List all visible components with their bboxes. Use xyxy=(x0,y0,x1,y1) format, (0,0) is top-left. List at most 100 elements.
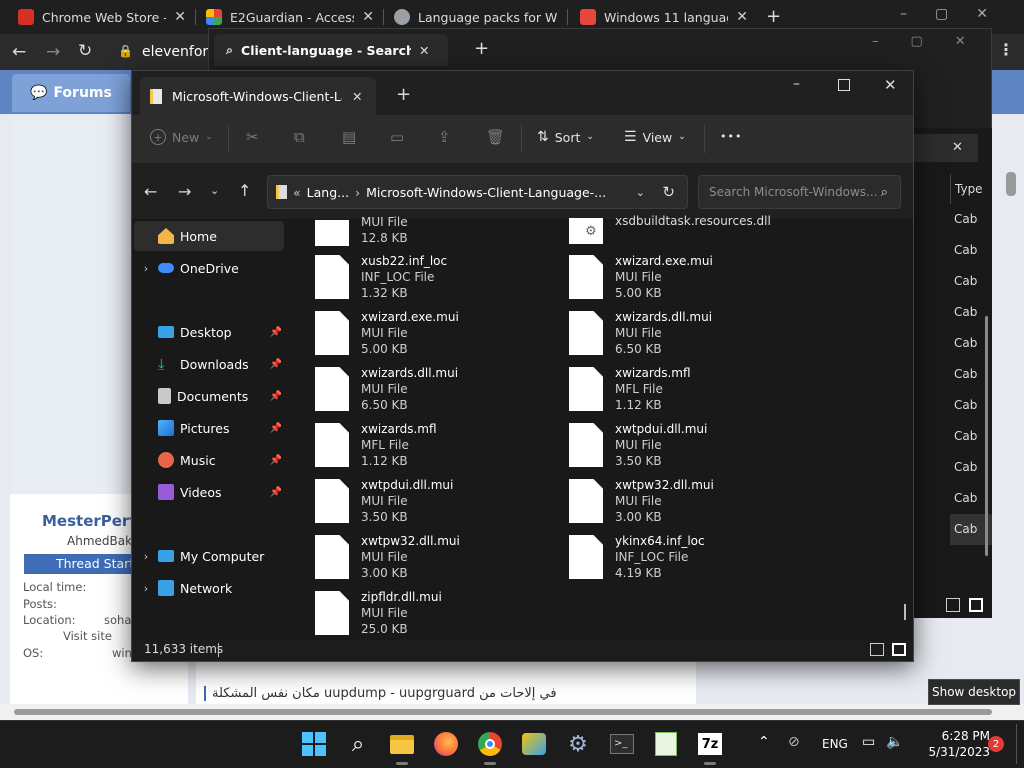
maximize-icon[interactable] xyxy=(838,79,850,91)
terminal-icon[interactable]: >_ xyxy=(608,730,636,758)
new-tab-button[interactable]: + xyxy=(766,6,781,27)
search-scrollbar[interactable] xyxy=(984,176,990,560)
new-tab-icon[interactable]: + xyxy=(396,84,411,105)
up-arrow-icon[interactable]: ↑ xyxy=(238,181,251,200)
close-icon[interactable]: ✕ xyxy=(174,9,186,25)
file-item[interactable]: xwizard.exe.mui MUI File 5.00 KB xyxy=(569,253,819,303)
search-window-controls[interactable]: –▢✕ xyxy=(872,34,998,49)
pin-icon[interactable]: 📌 xyxy=(270,455,282,466)
file-item[interactable]: MUI File 12.8 KB xyxy=(315,212,565,246)
nav-desktop[interactable]: Desktop 📌 xyxy=(134,317,284,347)
paste-icon[interactable]: ▤ xyxy=(342,128,356,146)
rename-icon[interactable]: ▭ xyxy=(390,128,404,146)
file-item[interactable]: xwizards.dll.mui MUI File 6.50 KB xyxy=(569,309,819,359)
file-item[interactable]: zipfldr.dll.mui MUI File 25.0 KB xyxy=(315,589,565,639)
forums-nav-button[interactable]: 💬 Forums xyxy=(12,74,130,112)
copy-icon[interactable]: ⧉ xyxy=(294,128,305,146)
firefox-icon[interactable] xyxy=(432,730,460,758)
file-item[interactable]: xwizard.exe.mui MUI File 5.00 KB xyxy=(315,309,565,359)
chevron-right-icon[interactable]: › xyxy=(134,550,158,563)
share-icon[interactable]: ⇪ xyxy=(438,128,451,146)
back-arrow-icon[interactable]: ← xyxy=(12,42,26,62)
network-off-icon[interactable]: ⊘ xyxy=(788,734,800,750)
minimize-icon[interactable]: – xyxy=(793,76,800,92)
system-clock[interactable]: 6:28 PM 5/31/2023 xyxy=(912,728,990,760)
tiles-view-icon[interactable] xyxy=(892,643,906,656)
browser-menu-icon[interactable]: ⋮ xyxy=(998,40,1014,59)
nav-onedrive[interactable]: › OneDrive xyxy=(134,253,284,283)
7zip-icon[interactable]: 7z xyxy=(696,730,724,765)
breadcrumb-current[interactable]: Microsoft-Windows-Client-Language-... xyxy=(366,185,606,200)
cut-icon[interactable]: ✂ xyxy=(246,128,259,146)
close-icon[interactable]: ✕ xyxy=(362,9,374,25)
chrome-icon[interactable] xyxy=(476,730,504,765)
visit-site-link[interactable]: Visit site xyxy=(63,629,112,643)
page-vertical-scrollbar[interactable] xyxy=(1006,172,1016,196)
file-item[interactable]: ⚙ xsdbuildtask.resources.dll xyxy=(569,212,819,244)
delete-icon[interactable]: 🗑 xyxy=(486,128,505,146)
more-options-button[interactable]: ••• xyxy=(720,130,742,143)
pin-icon[interactable]: 📌 xyxy=(270,359,282,370)
display-icon[interactable]: ▭ xyxy=(862,734,875,750)
close-window-icon[interactable]: ✕ xyxy=(884,76,897,94)
file-item[interactable]: xwtpdui.dll.mui MUI File 3.50 KB xyxy=(569,421,819,471)
back-arrow-icon[interactable]: ← xyxy=(144,182,157,201)
details-view-icon[interactable] xyxy=(870,643,884,656)
file-item[interactable]: xwtpdui.dll.mui MUI File 3.50 KB xyxy=(315,477,565,527)
breadcrumb-overflow[interactable]: « xyxy=(293,185,301,200)
pin-icon[interactable]: 📌 xyxy=(270,391,282,402)
explorer-tab[interactable]: Microsoft-Windows-Client-Lar ✕ xyxy=(140,77,376,115)
recent-locations-chevron-icon[interactable]: ⌄ xyxy=(210,184,219,197)
chevron-right-icon[interactable]: › xyxy=(134,582,158,595)
nav-pictures[interactable]: Pictures 📌 xyxy=(134,413,284,443)
file-item[interactable]: xwizards.mfl MFL File 1.12 KB xyxy=(569,365,819,415)
forward-arrow-icon[interactable]: → xyxy=(178,182,191,201)
close-icon[interactable]: ✕ xyxy=(736,9,748,25)
windows-start-icon[interactable] xyxy=(300,730,328,758)
close-icon[interactable]: ✕ xyxy=(352,89,362,104)
search-box[interactable]: Search Microsoft-Windows... ⌕ xyxy=(698,175,901,209)
nav-videos[interactable]: Videos 📌 xyxy=(134,477,284,507)
url-bar[interactable]: elevenforu xyxy=(142,44,217,60)
nav-downloads[interactable]: ⤓ Downloads 📌 xyxy=(134,349,284,379)
volume-icon[interactable]: 🔈 xyxy=(886,734,903,750)
chevron-down-icon[interactable]: ⌄ xyxy=(636,186,645,199)
breadcrumb-lang[interactable]: Lang... xyxy=(307,185,349,200)
browser-tab-webstore[interactable]: Chrome Web Store - E ✕ xyxy=(8,0,196,34)
refresh-icon[interactable]: ↻ xyxy=(662,183,675,201)
search-results-tab[interactable]: ⌕ Client-language - Search Resul ✕ xyxy=(214,34,448,66)
nav-home[interactable]: Home xyxy=(134,221,284,251)
address-bar[interactable]: « Lang... › Microsoft-Windows-Client-Lan… xyxy=(267,175,688,209)
nav-my-computer[interactable]: › My Computer xyxy=(134,541,284,571)
sort-button[interactable]: ⇅ Sort ⌄ xyxy=(537,129,594,145)
details-view-icon[interactable] xyxy=(946,598,960,612)
file-item[interactable]: xwtpw32.dll.mui MUI File 3.00 KB xyxy=(569,477,819,527)
pin-icon[interactable]: 📌 xyxy=(270,327,282,338)
new-button[interactable]: + New ⌄ xyxy=(150,129,213,145)
page-horizontal-scrollbar[interactable] xyxy=(0,704,1024,720)
browser-window-controls[interactable]: –▢✕ xyxy=(900,6,1016,22)
close-search-icon[interactable]: ✕ xyxy=(952,140,963,155)
chevron-right-icon[interactable]: › xyxy=(134,262,158,275)
view-button[interactable]: ☰ View ⌄ xyxy=(624,129,686,145)
language-indicator[interactable]: ENG xyxy=(822,737,848,751)
file-item[interactable]: xwizards.mfl MFL File 1.12 KB xyxy=(315,421,565,471)
pin-icon[interactable]: 📌 xyxy=(270,423,282,434)
notification-badge[interactable]: 2 xyxy=(988,736,1004,752)
nav-network[interactable]: › Network xyxy=(134,573,284,603)
nav-music[interactable]: Music 📌 xyxy=(134,445,284,475)
poster-name[interactable]: MesterPerf xyxy=(42,512,136,530)
file-item[interactable]: xusb22.inf_loc INF_LOC File 1.32 KB xyxy=(315,253,565,303)
file-item[interactable]: xwtpw32.dll.mui MUI File 3.00 KB xyxy=(315,533,565,583)
notepad-plus-icon[interactable] xyxy=(652,730,680,758)
forward-arrow-icon[interactable]: → xyxy=(46,42,60,62)
settings-gear-icon[interactable]: ⚙ xyxy=(564,730,592,758)
tiles-view-icon[interactable] xyxy=(969,598,983,612)
show-desktop-button[interactable] xyxy=(1016,724,1020,764)
file-item[interactable]: xwizards.dll.mui MUI File 6.50 KB xyxy=(315,365,565,415)
photos-icon[interactable] xyxy=(520,730,548,758)
file-explorer-icon[interactable] xyxy=(388,730,416,765)
file-list-scrollbar[interactable] xyxy=(904,604,906,620)
new-tab-icon[interactable]: + xyxy=(474,38,489,59)
file-item[interactable]: ykinx64.inf_loc INF_LOC File 4.19 KB xyxy=(569,533,819,583)
